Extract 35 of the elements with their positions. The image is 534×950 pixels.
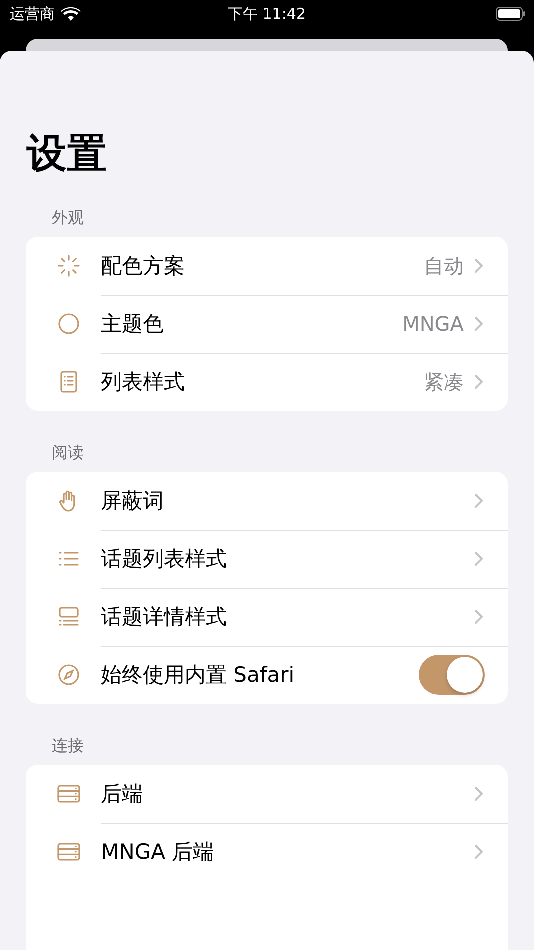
setting-label: 始终使用内置 Safari <box>101 662 296 689</box>
setting-label: 话题详情样式 <box>101 604 228 631</box>
server-icon <box>57 840 81 864</box>
setting-label: 后端 <box>101 781 144 808</box>
section-header: 外观 <box>52 207 84 229</box>
circle-icon <box>57 312 81 336</box>
chevron-icon[interactable] <box>474 258 484 274</box>
chevron-icon[interactable] <box>474 316 484 332</box>
chevron-icon[interactable] <box>474 374 484 390</box>
chevron-icon[interactable] <box>474 609 484 625</box>
setting-label: 配色方案 <box>101 253 186 280</box>
compass-icon <box>57 663 81 687</box>
setting-value: MNGA <box>402 312 464 336</box>
setting-label: 屏蔽词 <box>101 488 165 515</box>
setting-label: 话题列表样式 <box>101 546 228 573</box>
section-header: 阅读 <box>52 442 84 464</box>
setting-value: 自动 <box>424 252 464 280</box>
page-title: 设置 <box>26 130 108 179</box>
chevron-icon[interactable] <box>474 493 484 509</box>
setting-label: 主题色 <box>101 311 165 338</box>
carrier-name: 运营商 <box>10 4 55 24</box>
clock-time: 下午 11:42 <box>228 4 306 22</box>
toggle-switch[interactable] <box>419 655 485 695</box>
server-icon <box>57 782 81 806</box>
setting-label: 列表样式 <box>101 369 186 396</box>
chevron-icon[interactable] <box>474 551 484 567</box>
section-header: 连接 <box>52 735 84 757</box>
chevron-icon[interactable] <box>474 786 484 802</box>
sun-rays-icon <box>57 254 81 278</box>
battery-icon <box>496 7 526 21</box>
setting-value: 紧凑 <box>424 368 464 396</box>
chevron-icon[interactable] <box>474 844 484 860</box>
setting-label: MNGA 后端 <box>101 839 216 866</box>
layout-icon <box>57 605 81 629</box>
wifi-icon <box>61 6 81 22</box>
